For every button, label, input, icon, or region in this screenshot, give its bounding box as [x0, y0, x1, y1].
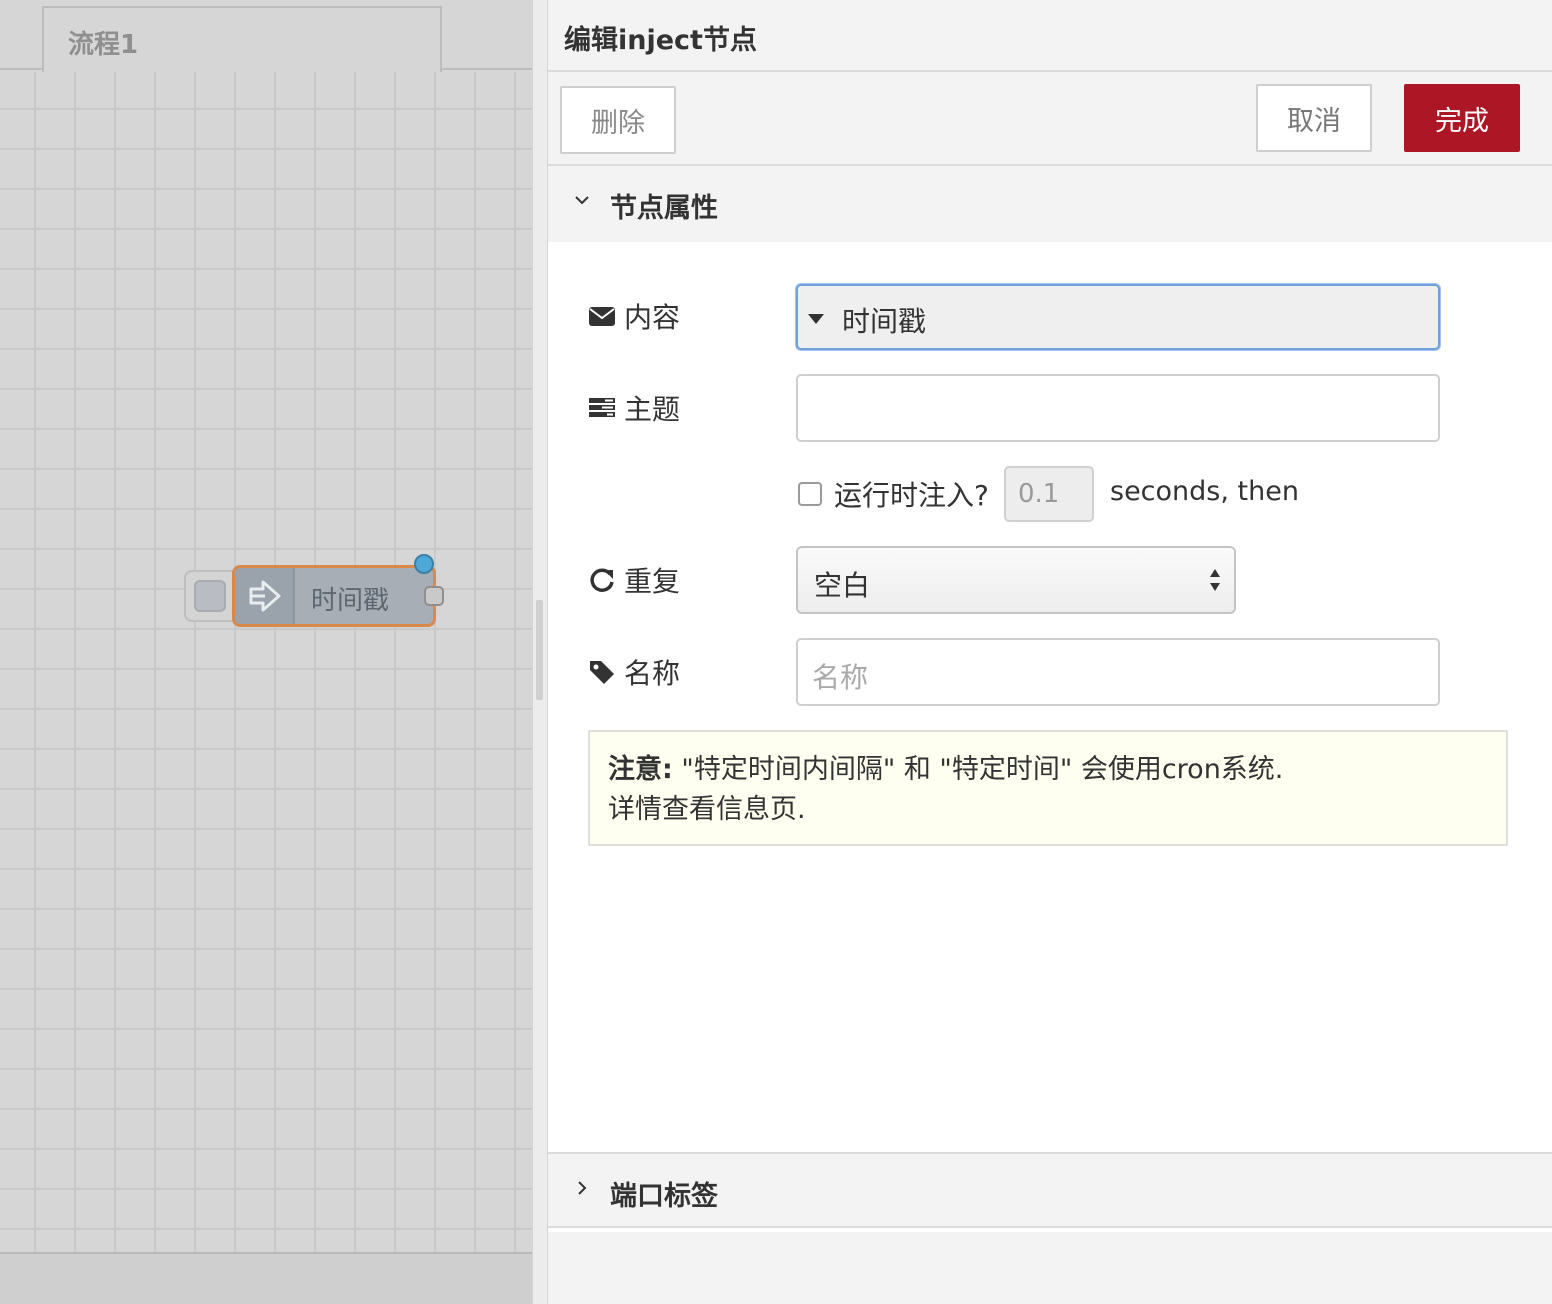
tip-line-1: 注意: "特定时间内间隔" 和 "特定时间" 会使用cron系统.	[608, 750, 1488, 790]
section-port-labels[interactable]: 端口标签	[548, 1152, 1552, 1228]
repeat-select-value: 空白	[814, 569, 871, 602]
select-updown-icon	[1210, 569, 1220, 591]
tray-footer	[548, 1232, 1552, 1304]
name-label-text: 名称	[624, 657, 681, 690]
tray-header: 编辑inject节点	[548, 0, 1552, 72]
delete-button[interactable]: 删除	[560, 86, 676, 154]
tray-toolbar: 删除 取消 完成	[548, 72, 1552, 166]
name-label: 名称	[588, 652, 680, 692]
name-input-placeholder: 名称	[812, 661, 869, 694]
tab-label: 流程1	[68, 30, 139, 60]
inject-once-checkbox[interactable]	[798, 482, 822, 506]
payload-type-select[interactable]: 时间戳	[796, 284, 1440, 350]
topic-label: 主题	[588, 388, 680, 428]
repeat-icon	[590, 568, 614, 592]
tray-title: 编辑inject节点	[564, 25, 757, 56]
workspace-tab-bar: 流程1	[0, 0, 532, 72]
repeat-label-text: 重复	[624, 565, 681, 598]
done-button[interactable]: 完成	[1404, 84, 1520, 152]
editor-tray: 编辑inject节点 删除 取消 完成 节点属性 内容 时间戳 主题 运行时注入…	[548, 0, 1552, 1304]
canvas-grid[interactable]	[0, 72, 532, 1252]
tag-icon	[590, 661, 614, 684]
tip-line-2: 详情查看信息页.	[608, 794, 806, 825]
trigger-button-face[interactable]	[194, 580, 226, 612]
topic-label-text: 主题	[624, 393, 681, 426]
envelope-icon	[589, 307, 615, 326]
node-output-port[interactable]	[424, 586, 444, 606]
workspace-canvas[interactable]: 流程1 时间戳	[0, 0, 532, 1304]
tasks-icon	[589, 398, 615, 417]
chevron-down-icon	[575, 196, 589, 205]
payload-type-value: 时间戳	[842, 305, 927, 338]
inject-arrow-icon	[249, 580, 281, 612]
inject-node[interactable]: 时间戳	[232, 565, 436, 627]
tip-text-1: "特定时间内间隔" 和 "特定时间" 会使用cron系统.	[672, 754, 1284, 785]
payload-label: 内容	[588, 296, 680, 336]
name-input[interactable]: 名称	[796, 638, 1440, 706]
section-node-properties[interactable]: 节点属性	[548, 166, 1552, 242]
node-icon-area	[235, 568, 295, 624]
chevron-right-icon	[578, 1181, 587, 1195]
section-title: 端口标签	[610, 1181, 718, 1212]
tip-strong: 注意:	[608, 754, 673, 785]
node-label: 时间戳	[311, 586, 390, 616]
caret-down-icon	[808, 314, 824, 324]
cancel-button[interactable]: 取消	[1256, 84, 1372, 152]
repeat-label: 重复	[588, 560, 680, 600]
repeat-select[interactable]: 空白	[796, 546, 1236, 614]
workspace-footer	[0, 1252, 532, 1304]
inject-once-suffix: seconds, then	[1110, 476, 1299, 507]
payload-label-text: 内容	[624, 301, 681, 334]
panel-splitter[interactable]	[532, 0, 548, 1304]
inject-node-trigger-button[interactable]	[184, 570, 238, 622]
node-changed-indicator	[414, 554, 434, 574]
section-title: 节点属性	[610, 193, 718, 224]
inject-once-label: 运行时注入?	[834, 479, 989, 512]
topic-input[interactable]	[796, 374, 1440, 442]
workspace-tab-flow1[interactable]: 流程1	[42, 6, 442, 72]
inject-once-delay-input[interactable]: 0.1	[1004, 466, 1094, 522]
splitter-grip[interactable]	[536, 600, 543, 700]
form-tip: 注意: "特定时间内间隔" 和 "特定时间" 会使用cron系统. 详情查看信息…	[588, 730, 1508, 846]
